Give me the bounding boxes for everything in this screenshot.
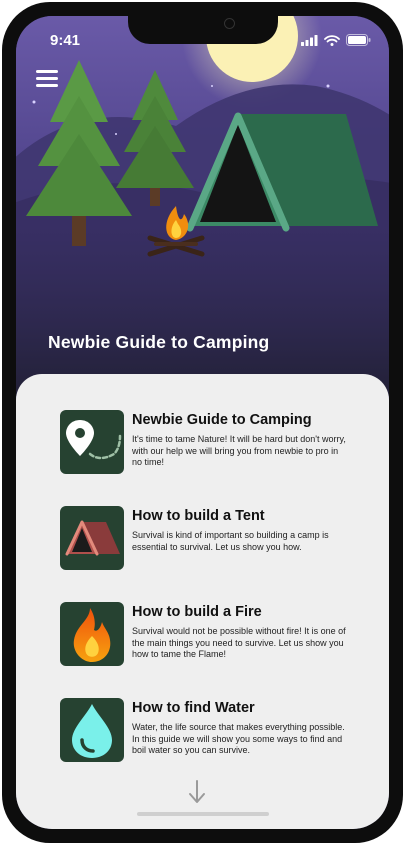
guide-card-newbie[interactable]: Newbie Guide to Camping It's time to tam… <box>60 410 360 476</box>
battery-icon <box>346 34 371 46</box>
status-icons <box>301 34 371 46</box>
guide-description: It's time to tame Nature! It will be har… <box>132 434 346 467</box>
guide-description: Survival would not be possible without f… <box>132 626 346 659</box>
signal-icon <box>301 34 318 46</box>
phone-frame: 9:41 Newbie Guide to Camping Newbie Guid… <box>2 2 403 843</box>
guide-title: How to build a Tent <box>132 508 265 524</box>
app-screen: 9:41 Newbie Guide to Camping Newbie Guid… <box>16 16 389 829</box>
guide-thumbnail <box>60 602 124 666</box>
status-time: 9:41 <box>50 32 81 49</box>
device-notch <box>128 16 278 44</box>
water-drop-icon <box>72 704 112 758</box>
wifi-icon <box>324 34 340 46</box>
tent-icon <box>65 520 120 556</box>
home-indicator[interactable] <box>137 812 269 816</box>
guide-card-fire[interactable]: How to build a Fire Survival would not b… <box>60 602 360 668</box>
guide-description: Survival is kind of important so buildin… <box>132 530 329 552</box>
guide-title: How to build a Fire <box>132 604 262 620</box>
guide-card-tent[interactable]: How to build a Tent Survival is kind of … <box>60 506 360 572</box>
guide-title: Newbie Guide to Camping <box>132 412 312 428</box>
menu-icon[interactable] <box>36 70 58 88</box>
camera-icon <box>224 18 235 29</box>
guide-thumbnail <box>60 410 124 474</box>
guide-card-water[interactable]: How to find Water Water, the life source… <box>60 698 360 764</box>
guide-description: Water, the life source that makes everyt… <box>132 722 345 755</box>
guide-thumbnail <box>60 506 124 570</box>
map-pin-icon <box>66 420 122 460</box>
arrow-down-icon[interactable] <box>188 779 206 805</box>
fire-icon <box>73 608 111 662</box>
hero-title: Newbie Guide to Camping <box>48 332 270 352</box>
guide-thumbnail <box>60 698 124 762</box>
guide-title: How to find Water <box>132 700 255 716</box>
